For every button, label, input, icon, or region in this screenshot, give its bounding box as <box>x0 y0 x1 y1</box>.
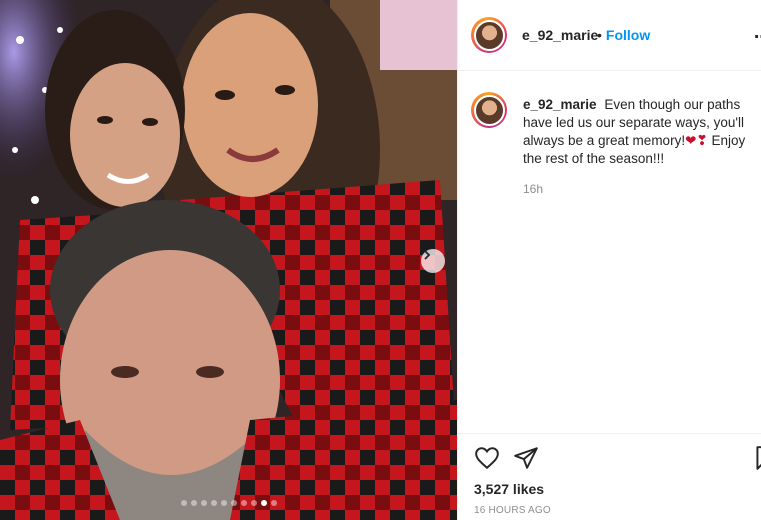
post-timestamp[interactable]: 16 HOURS AGO <box>474 505 551 516</box>
carousel-dot <box>230 500 237 506</box>
more-options-button[interactable]: ⋯ <box>754 27 761 47</box>
chevron-right-icon <box>424 250 431 260</box>
heart-icon[interactable] <box>474 445 500 471</box>
carousel-next-button[interactable] <box>421 249 445 273</box>
caption-text: e_92_marie Even though our paths have le… <box>523 96 759 168</box>
carousel-indicator <box>0 500 457 506</box>
carousel-dot <box>200 500 207 506</box>
caption-age[interactable]: 16h <box>523 182 543 196</box>
bookmark-icon[interactable] <box>752 445 761 471</box>
carousel-dot <box>260 500 267 506</box>
carousel-dot <box>270 500 277 506</box>
carousel-dot <box>250 500 257 506</box>
follow-group: • Follow <box>597 27 650 43</box>
caption-avatar[interactable] <box>471 92 507 128</box>
action-bar: 3,527 likes 16 HOURS AGO <box>458 433 761 520</box>
carousel-dot <box>240 500 247 506</box>
avatar[interactable] <box>471 17 507 53</box>
heart-emoji: ❤❣ <box>685 133 708 148</box>
post-photo[interactable] <box>0 0 457 520</box>
carousel-dot <box>180 500 187 506</box>
follow-separator: • <box>597 27 602 43</box>
photo-illustration <box>0 0 457 520</box>
follow-button[interactable]: Follow <box>606 27 650 43</box>
header-username[interactable]: e_92_marie <box>522 27 598 43</box>
likes-count[interactable]: 3,527 likes <box>474 481 544 497</box>
carousel-dot <box>210 500 217 506</box>
post-sidebar: e_92_marie •Follow ⋯ e_92_marie Even tho… <box>457 0 761 520</box>
caption-username[interactable]: e_92_marie <box>523 97 597 112</box>
carousel-dot <box>220 500 227 506</box>
post-header: e_92_marie •Follow ⋯ <box>458 0 761 71</box>
carousel-dot <box>190 500 197 506</box>
paper-plane-icon[interactable] <box>513 445 539 471</box>
